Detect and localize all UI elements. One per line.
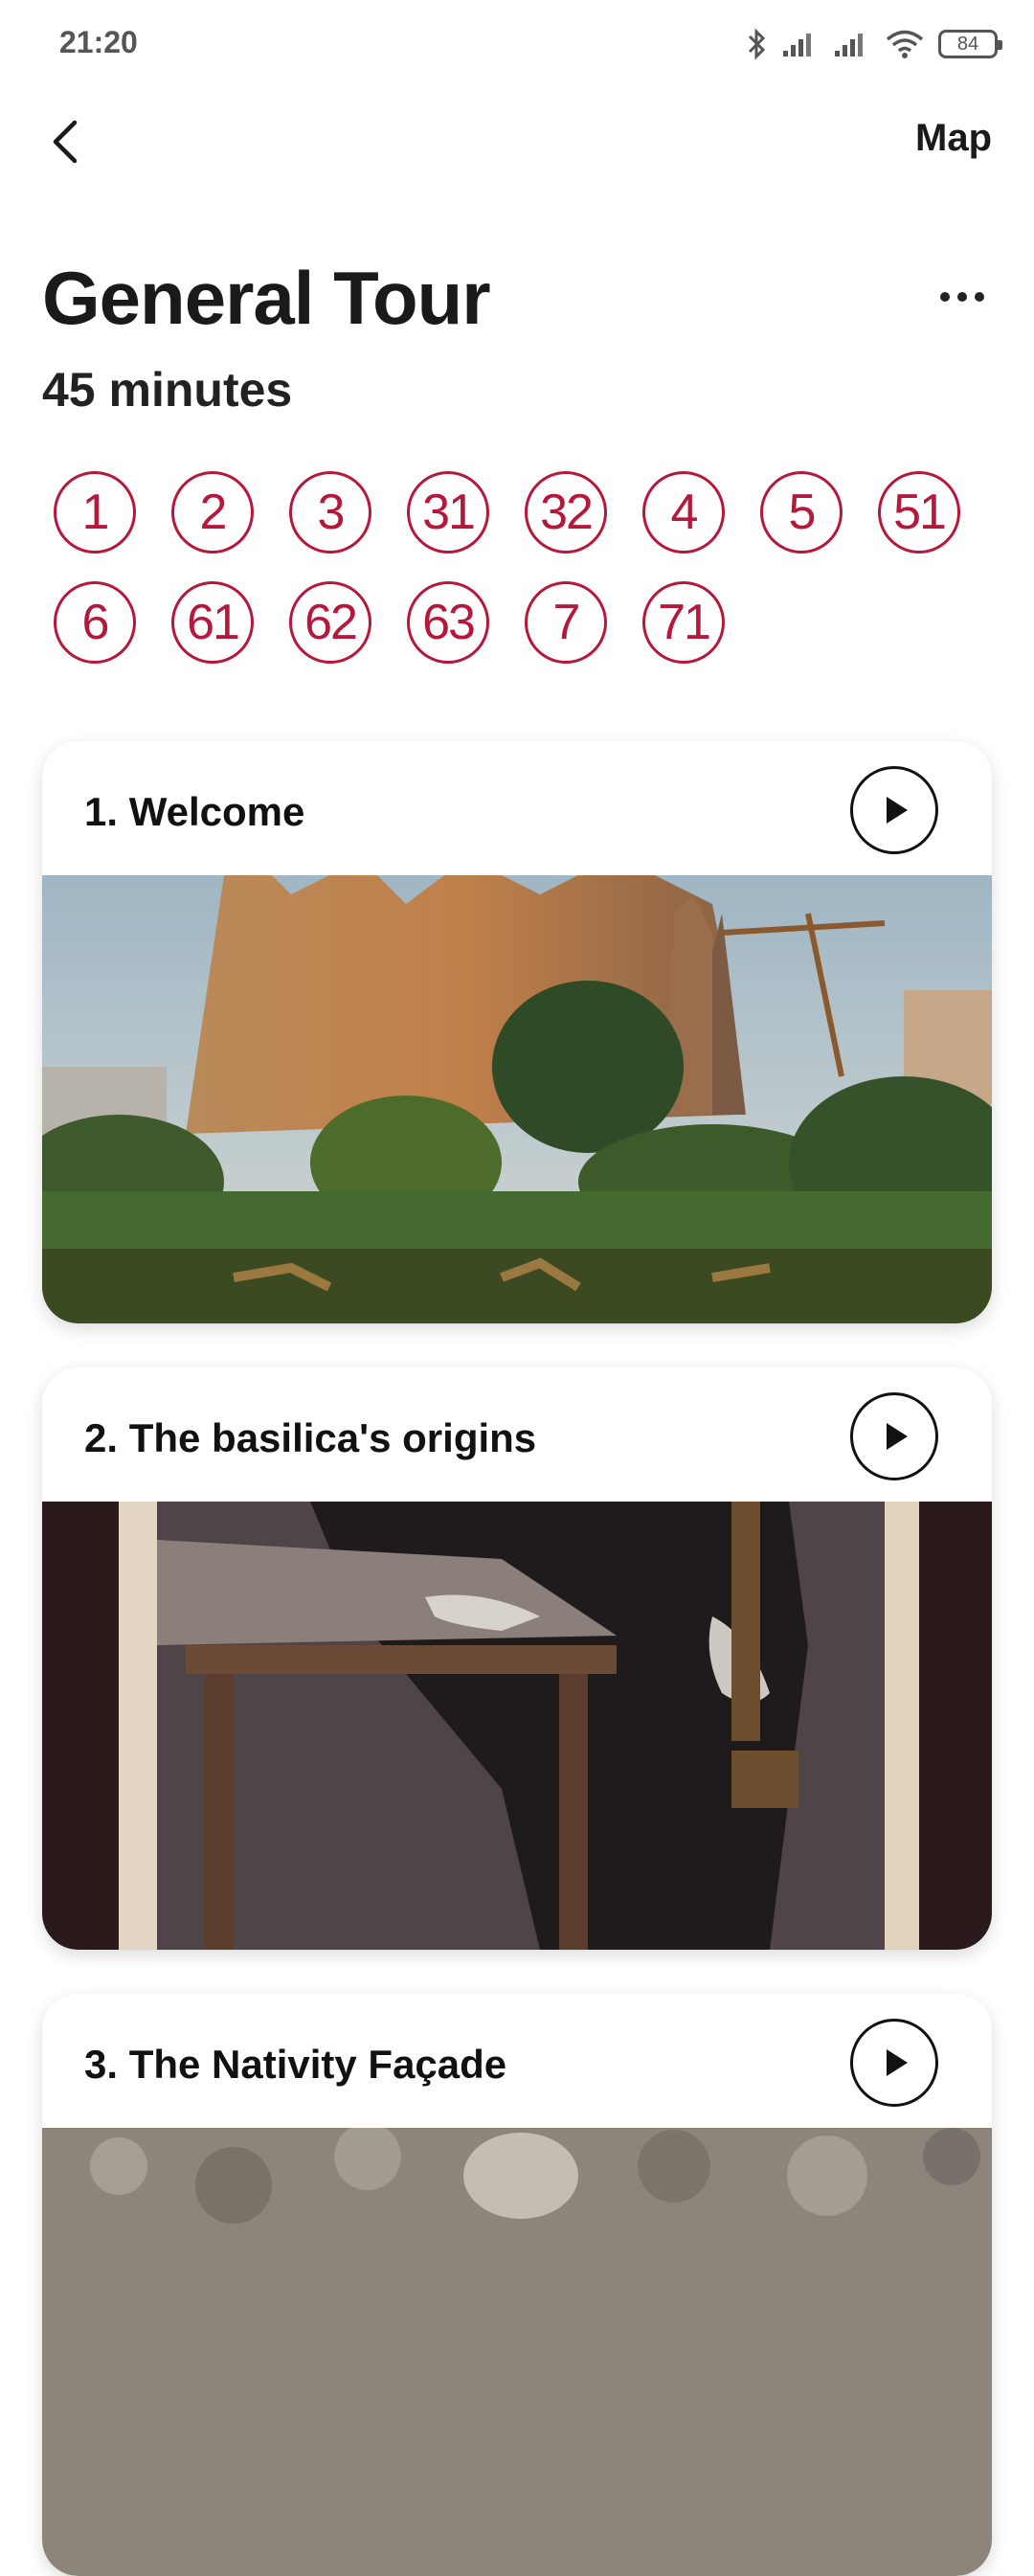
tour-card[interactable]: 3. The Nativity Façade: [42, 1994, 992, 2576]
card-header: 1. Welcome: [42, 741, 992, 875]
stop-chip[interactable]: 5: [760, 471, 843, 554]
stop-chip[interactable]: 61: [171, 581, 254, 664]
stop-chip[interactable]: 71: [642, 581, 725, 664]
card-title: 2. The basilica's origins: [84, 1415, 537, 1460]
more-horizontal-icon[interactable]: [929, 278, 996, 316]
nav-bar: Map: [0, 96, 1034, 182]
stop-chip[interactable]: 31: [407, 471, 489, 554]
stop-row: 1 2 3 31 32 4 5 51: [54, 471, 992, 554]
status-time: 21:20: [59, 25, 138, 59]
tour-duration: 45 minutes: [42, 363, 293, 417]
card-header: 3. The Nativity Façade: [42, 1994, 992, 2128]
play-button[interactable]: [850, 766, 938, 854]
play-button[interactable]: [850, 2019, 938, 2107]
page-title: General Tour: [42, 256, 491, 340]
stop-chip[interactable]: 2: [171, 471, 254, 554]
stop-chip[interactable]: 63: [407, 581, 489, 664]
play-icon: [887, 1423, 908, 1450]
tour-card[interactable]: 1. Welcome: [42, 741, 992, 1323]
tour-card[interactable]: 2. The basilica's origins: [42, 1367, 992, 1950]
battery-level: 84: [956, 33, 979, 55]
battery-icon: 84: [938, 30, 1002, 58]
stop-chip[interactable]: 6: [54, 581, 136, 664]
card-title: 1. Welcome: [84, 789, 305, 834]
status-bar: 21:20 84: [0, 0, 1034, 86]
stop-chip[interactable]: 3: [289, 471, 371, 554]
card-title: 3. The Nativity Façade: [84, 2042, 507, 2087]
nativity-facade-image: [42, 2128, 992, 2576]
stop-row: 6 61 62 63 7 71: [54, 581, 992, 664]
sagrada-familia-image: [42, 875, 992, 1323]
bluetooth-icon: [748, 28, 766, 60]
stop-list: 1 2 3 31 32 4 5 51 6 61 62 63 7 71: [54, 471, 992, 691]
stop-chip[interactable]: 1: [54, 471, 136, 554]
stop-chip[interactable]: 4: [642, 471, 725, 554]
status-icons: 84: [747, 25, 1002, 63]
stop-chip[interactable]: 62: [289, 581, 371, 664]
chevron-left-icon[interactable]: [38, 113, 96, 170]
stop-chip[interactable]: 32: [525, 471, 607, 554]
play-button[interactable]: [850, 1392, 938, 1480]
signal-icon: [783, 34, 811, 56]
card-header: 2. The basilica's origins: [42, 1367, 992, 1502]
signal-icon: [835, 34, 863, 56]
map-button[interactable]: Map: [915, 117, 992, 160]
wifi-icon: [886, 30, 924, 58]
play-icon: [887, 797, 908, 824]
play-icon: [887, 2049, 908, 2076]
stop-chip[interactable]: 7: [525, 581, 607, 664]
stop-chip[interactable]: 51: [878, 471, 960, 554]
painting-image: [42, 1502, 992, 1950]
